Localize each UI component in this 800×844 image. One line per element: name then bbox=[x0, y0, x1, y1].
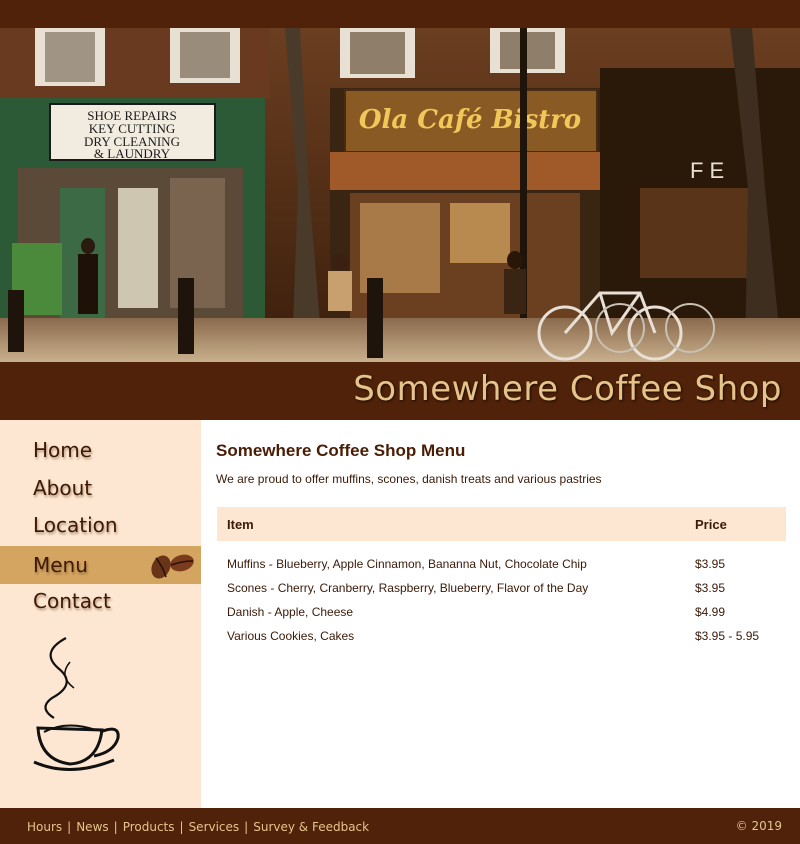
svg-text:Ola Café Bistro: Ola Café Bistro bbox=[359, 105, 581, 135]
footer: Hours | News | Products | Services | Survey & Fe… bbox=[0, 808, 800, 844]
nav-menu[interactable]: Menu bbox=[0, 546, 201, 584]
footer-separator: | bbox=[244, 820, 249, 834]
column-header-item: Item bbox=[227, 517, 254, 532]
coffee-cup-icon bbox=[30, 632, 130, 782]
nav-about[interactable]: About bbox=[0, 469, 201, 507]
table-row: Muffins - Blueberry, Apple Cinnamon, Ban… bbox=[217, 556, 786, 580]
price-cell: $3.95 bbox=[695, 581, 726, 595]
nav-home[interactable]: Home bbox=[0, 431, 201, 469]
main-content: Somewhere Coffee Shop Menu We are proud … bbox=[201, 420, 800, 808]
intro-text: We are proud to offer muffins, scones, d… bbox=[216, 472, 602, 486]
footer-link-hours[interactable]: Hours bbox=[27, 820, 62, 834]
nav-contact[interactable]: Contact bbox=[0, 582, 201, 620]
nav-menu-label: Menu bbox=[33, 553, 88, 577]
footer-link-services[interactable]: Services bbox=[189, 820, 240, 834]
site-title: Somewhere Coffee Shop bbox=[353, 369, 782, 409]
top-bar bbox=[0, 0, 800, 28]
svg-text:& LAUNDRY: & LAUNDRY bbox=[94, 146, 171, 161]
svg-text:FE: FE bbox=[690, 158, 730, 183]
copyright: © 2019 bbox=[735, 819, 782, 833]
item-cell: Scones - Cherry, Cranberry, Raspberry, B… bbox=[227, 581, 589, 595]
item-cell: Muffins - Blueberry, Apple Cinnamon, Ban… bbox=[227, 557, 587, 571]
table-header: Item Price bbox=[217, 507, 786, 541]
footer-link-survey[interactable]: Survey & Feedback bbox=[253, 820, 369, 834]
page-title: Somewhere Coffee Shop Menu bbox=[216, 441, 466, 460]
footer-link-news[interactable]: News bbox=[76, 820, 108, 834]
hero-image: SHOE REPAIRS KEY CUTTING DRY CLEANING & … bbox=[0, 28, 800, 362]
sidebar: Home About Location Menu Contact bbox=[0, 420, 201, 808]
item-cell: Various Cookies, Cakes bbox=[227, 629, 355, 643]
footer-separator: | bbox=[179, 820, 184, 834]
price-cell: $3.95 bbox=[695, 557, 726, 571]
banner: Somewhere Coffee Shop bbox=[0, 362, 800, 420]
table-row: Danish - Apple, Cheese $4.99 bbox=[217, 604, 786, 628]
footer-separator: | bbox=[113, 820, 118, 834]
price-cell: $3.95 - 5.95 bbox=[695, 629, 760, 643]
price-cell: $4.99 bbox=[695, 605, 726, 619]
column-header-price: Price bbox=[695, 517, 727, 532]
table-row: Various Cookies, Cakes $3.95 - 5.95 bbox=[217, 628, 786, 652]
table-row: Scones - Cherry, Cranberry, Raspberry, B… bbox=[217, 580, 786, 604]
footer-nav: Hours | News | Products | Services | Survey & Fe… bbox=[27, 820, 369, 834]
item-cell: Danish - Apple, Cheese bbox=[227, 605, 354, 619]
footer-link-products[interactable]: Products bbox=[123, 820, 175, 834]
footer-separator: | bbox=[67, 820, 72, 834]
nav-location[interactable]: Location bbox=[0, 506, 201, 544]
